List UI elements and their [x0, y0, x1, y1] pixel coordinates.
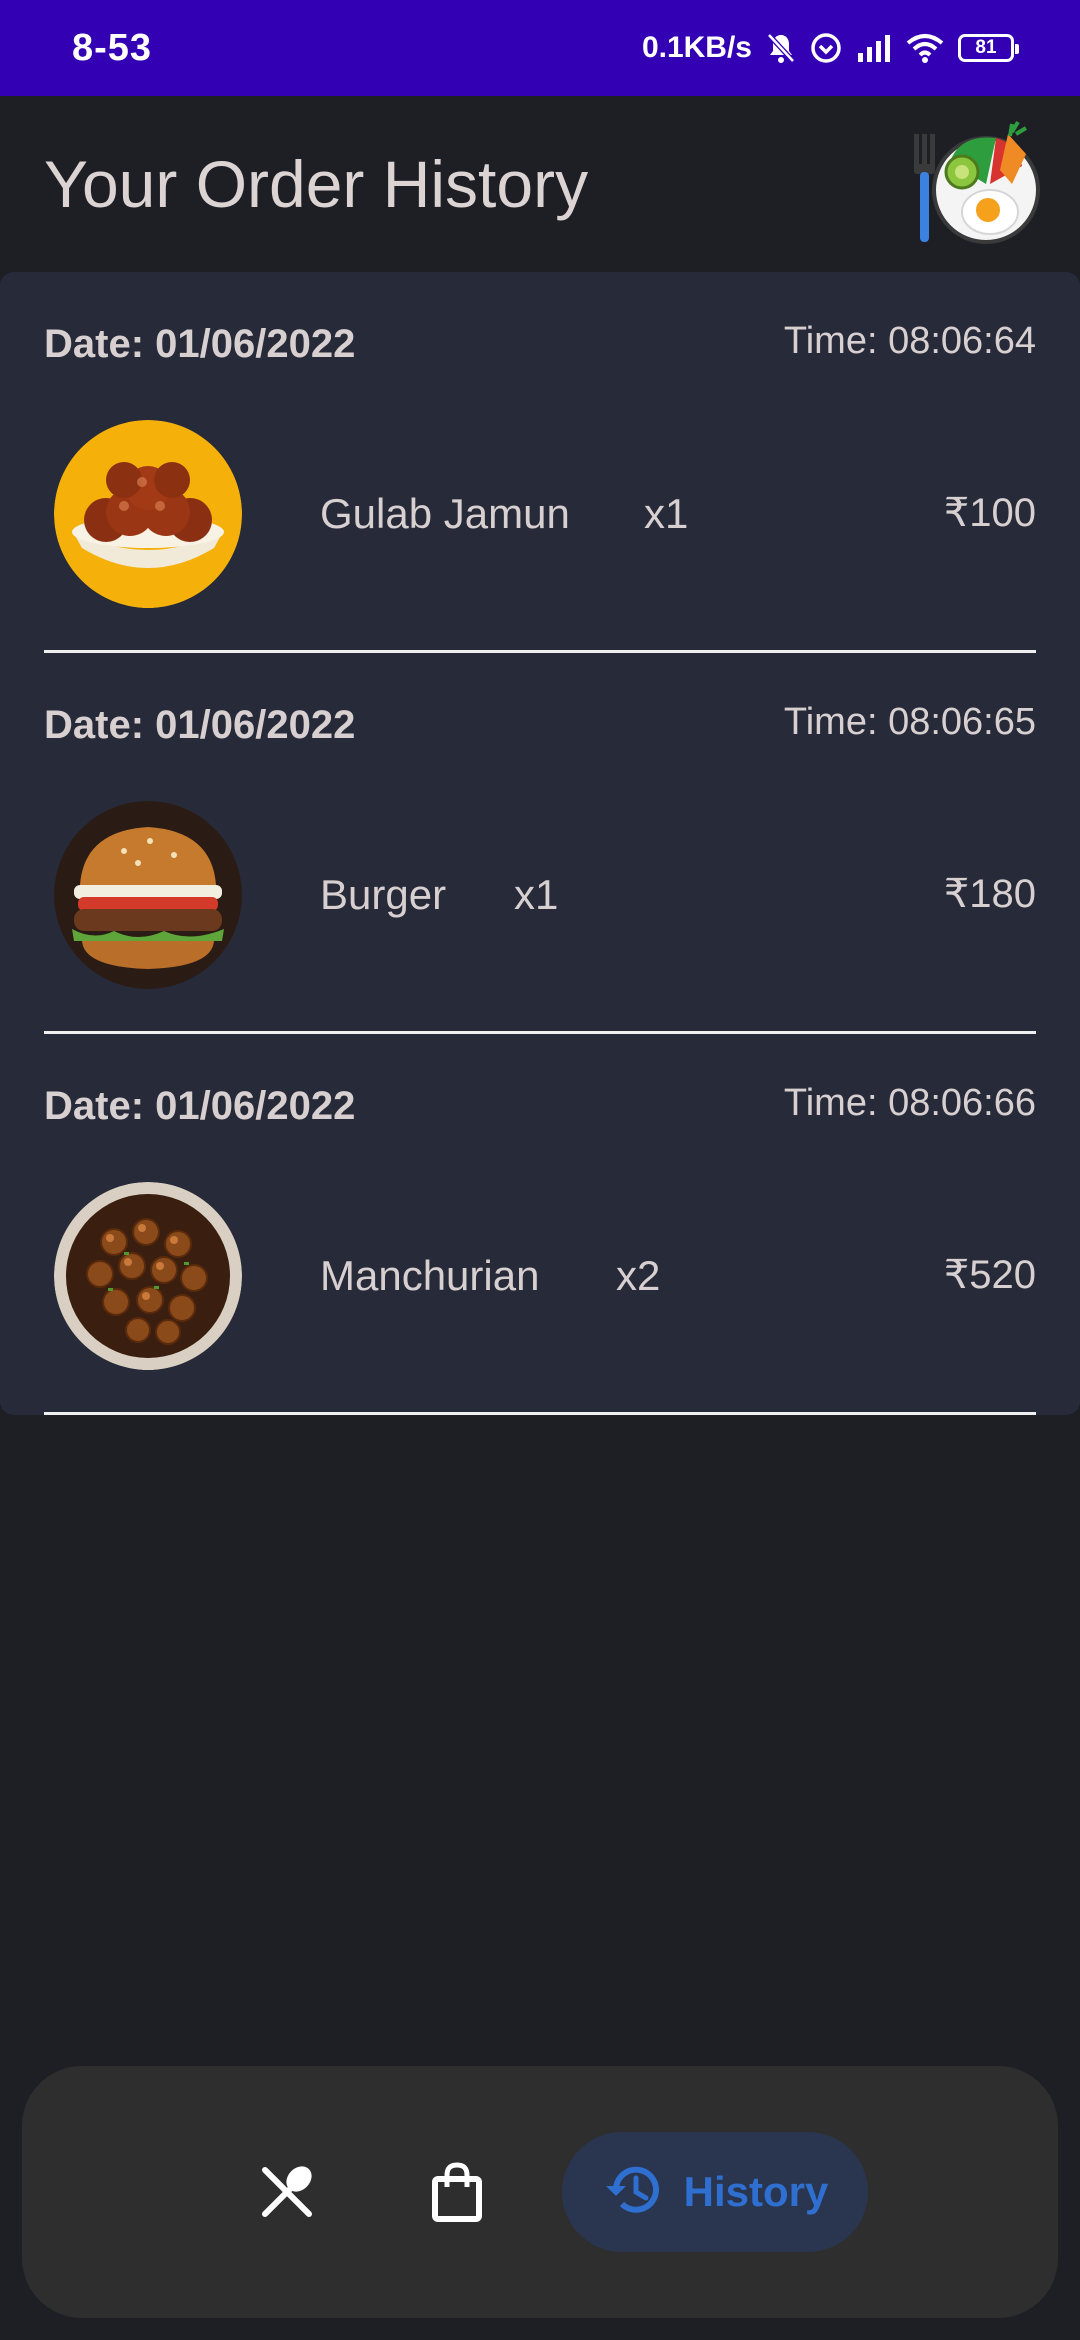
order-card[interactable]: Date: 01/06/2022 Time: 08:06:64 Gulab Ja…: [0, 272, 1080, 653]
order-date: Date: 01/06/2022: [44, 1084, 356, 1128]
page-title: Your Order History: [44, 147, 589, 221]
food-price: ₹180: [943, 872, 1036, 916]
order-time: Time: 08:06:65: [783, 701, 1036, 743]
wifi-icon: [906, 33, 944, 63]
shopping-bag-icon: [431, 2161, 483, 2228]
mute-icon: [766, 32, 796, 64]
order-time: Time: 08:06:64: [783, 320, 1036, 362]
divider: [44, 1412, 1036, 1415]
status-bar: 8-53 0.1KB/s 81: [0, 0, 1080, 96]
bottom-navigation: History: [22, 2066, 1058, 2318]
manchurian-image: [54, 1182, 242, 1370]
food-price: ₹100: [943, 491, 1036, 535]
order-card[interactable]: Date: 01/06/2022 Time: 08:06:65 Burger x…: [0, 653, 1080, 1034]
signal-icon: [856, 33, 892, 63]
network-speed: 0.1KB/s: [641, 31, 752, 64]
vpn-check-icon: [810, 32, 842, 64]
status-indicators: 0.1KB/s 81: [641, 31, 1019, 65]
food-quantity: x2: [616, 1252, 661, 1299]
nav-history-button[interactable]: History: [562, 2132, 868, 2252]
nav-history-label: History: [683, 2168, 829, 2215]
gulab-jamun-image: [54, 420, 242, 608]
header: Your Order History: [0, 96, 1080, 272]
food-price: ₹520: [943, 1253, 1036, 1297]
food-plate-logo-icon: [900, 114, 1040, 254]
burger-image: [54, 801, 242, 989]
nav-cart-button[interactable]: [422, 2159, 492, 2229]
battery-indicator: 81: [958, 34, 1019, 62]
order-date: Date: 01/06/2022: [44, 703, 356, 747]
fork-spoon-icon: [257, 2162, 317, 2227]
food-quantity: x1: [514, 871, 559, 918]
food-quantity: x1: [644, 490, 689, 537]
food-name: Manchurian: [320, 1252, 540, 1299]
food-name: Gulab Jamun: [320, 490, 570, 537]
order-list: Date: 01/06/2022 Time: 08:06:64 Gulab Ja…: [0, 272, 1080, 1415]
order-time: Time: 08:06:66: [783, 1082, 1036, 1124]
status-time: 8-53: [72, 26, 153, 69]
food-name: Burger: [320, 871, 447, 918]
order-date: Date: 01/06/2022: [44, 322, 356, 366]
nav-menu-button[interactable]: [252, 2159, 322, 2229]
order-card[interactable]: Date: 01/06/2022 Time: 08:06:66 Manchuri…: [0, 1034, 1080, 1415]
history-icon: [602, 2162, 662, 2223]
